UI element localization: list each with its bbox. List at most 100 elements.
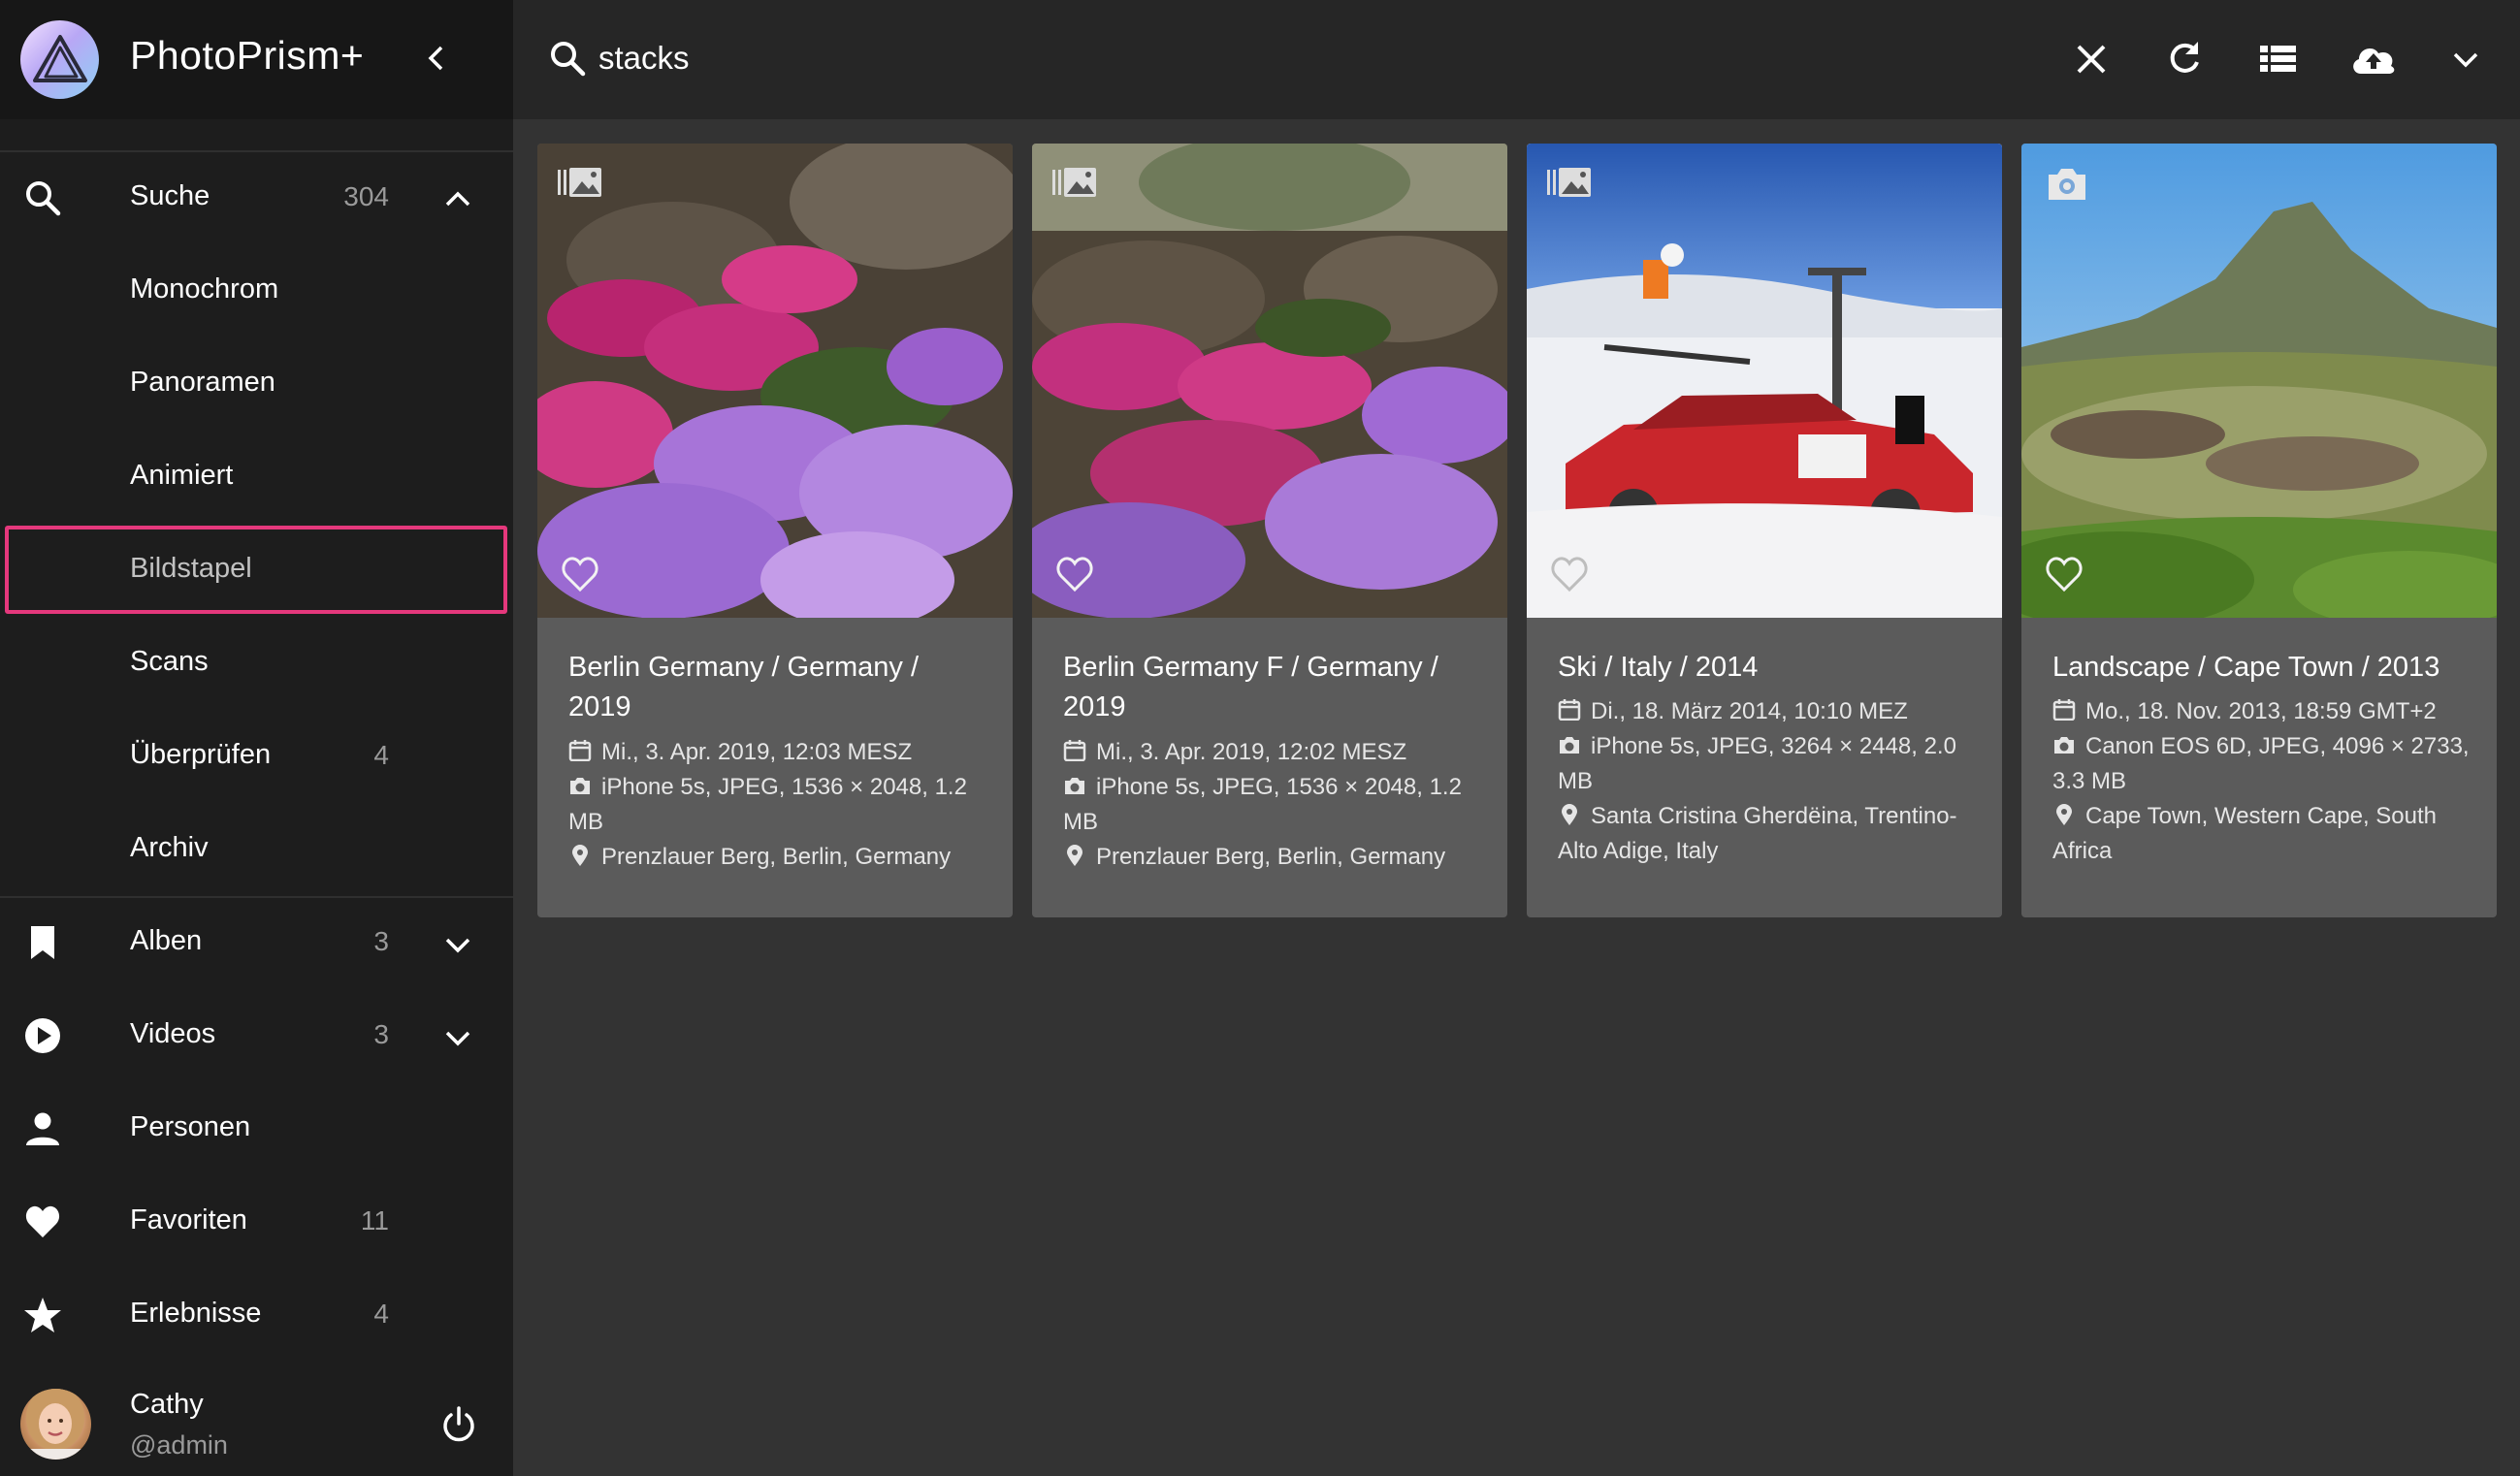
card-date: Di., 18. März 2014, 10:10 MEZ: [1558, 694, 1985, 729]
photoprism-logo[interactable]: [20, 20, 99, 99]
card-location-text: Cape Town, Western Cape, South Africa: [2052, 803, 2437, 864]
sidebar-item-count: 4: [373, 1299, 389, 1329]
cloud-upload-icon[interactable]: [2348, 37, 2399, 81]
user-name: Cathy: [130, 1389, 204, 1420]
bookmark-icon: [31, 926, 54, 959]
photo-card[interactable]: Berlin Germany F / Germany / 2019 Mi., 3…: [1032, 144, 1507, 917]
close-icon[interactable]: [2069, 37, 2114, 81]
camera-icon: [2054, 737, 2074, 754]
app-title: PhotoPrism+: [130, 33, 365, 78]
sidebar-item-count: 11: [360, 1205, 389, 1235]
card-location-text: Prenzlauer Berg, Berlin, Germany: [601, 844, 952, 870]
play-circle-icon: [25, 1018, 60, 1053]
photo-card[interactable]: Berlin Germany / Germany / 2019 Mi., 3. …: [537, 144, 1013, 917]
sidebar-item-videos[interactable]: Videos 3: [0, 989, 513, 1082]
photo-thumbnail[interactable]: [2021, 144, 2497, 618]
camera-icon: [2049, 169, 2085, 200]
search-input[interactable]: [598, 31, 1374, 85]
refresh-icon[interactable]: [2162, 37, 2207, 81]
camera-icon: [1560, 737, 1579, 754]
card-title: Landscape / Cape Town / 2013: [2052, 652, 2440, 683]
sidebar-item-albums[interactable]: Alben 3: [0, 896, 513, 989]
sidebar-item-count: 3: [373, 926, 389, 956]
photo-card[interactable]: Ski / Italy / 2014 Di., 18. März 2014, 1…: [1527, 144, 2002, 917]
card-camera: iPhone 5s, JPEG, 1536 × 2048, 1.2 MB: [1063, 770, 1490, 840]
sidebar-item-review[interactable]: Überprüfen 4: [0, 710, 513, 803]
sidebar-item-label: Animiert: [130, 460, 234, 491]
sidebar-item-label: Überprüfen: [130, 739, 272, 770]
star-icon: [24, 1298, 61, 1332]
card-camera: iPhone 5s, JPEG, 1536 × 2048, 1.2 MB: [568, 770, 995, 840]
card-camera-text: Canon EOS 6D, JPEG, 4096 × 2733, 3.3 MB: [2052, 733, 2470, 794]
chevron-down-icon[interactable]: [2443, 37, 2488, 81]
calendar-icon: [1558, 699, 1581, 721]
card-location-text: Santa Cristina Gherdëina, Trentino-Alto …: [1558, 803, 1957, 864]
sidebar-item-label: Favoriten: [130, 1204, 247, 1235]
sidebar-header: PhotoPrism+: [0, 0, 513, 119]
stack-icon: [1052, 168, 1096, 197]
chevron-up-icon[interactable]: [438, 180, 477, 219]
sidebar-item-label: Suche: [130, 180, 210, 211]
list-view-icon[interactable]: [2255, 37, 2300, 81]
card-title: Berlin Germany / Germany / 2019: [568, 652, 919, 722]
sidebar-item-label: Videos: [130, 1018, 216, 1049]
user-account[interactable]: Cathy @admin: [0, 1377, 513, 1476]
sidebar-item-count: 4: [373, 740, 389, 770]
photo-card[interactable]: Landscape / Cape Town / 2013 Mo., 18. No…: [2021, 144, 2497, 917]
location-pin-icon: [2056, 804, 2072, 825]
photo-thumbnail[interactable]: [537, 144, 1013, 618]
power-icon[interactable]: [438, 1404, 479, 1445]
location-pin-icon: [1067, 845, 1082, 866]
card-date-text: Mi., 3. Apr. 2019, 12:02 MESZ: [1096, 739, 1407, 765]
sidebar-item-label: Alben: [130, 925, 203, 956]
card-date-text: Mi., 3. Apr. 2019, 12:03 MESZ: [601, 739, 913, 765]
sidebar-item-panoramas[interactable]: Panoramen: [0, 337, 513, 431]
person-icon: [26, 1112, 59, 1145]
card-date: Mo., 18. Nov. 2013, 18:59 GMT+2: [2052, 694, 2479, 729]
sidebar-item-label: Monochrom: [130, 273, 279, 305]
chevron-down-icon[interactable]: [438, 925, 477, 964]
chevron-down-icon[interactable]: [438, 1018, 477, 1057]
card-date-text: Mo., 18. Nov. 2013, 18:59 GMT+2: [2085, 698, 2437, 724]
sidebar-item-label: Erlebnisse: [130, 1298, 262, 1329]
avatar[interactable]: [20, 1389, 91, 1460]
card-camera-text: iPhone 5s, JPEG, 1536 × 2048, 1.2 MB: [568, 774, 967, 835]
sidebar-item-scans[interactable]: Scans: [0, 617, 513, 710]
card-date: Mi., 3. Apr. 2019, 12:02 MESZ: [1063, 735, 1490, 770]
calendar-icon: [2052, 699, 2076, 721]
heart-outline-icon[interactable]: [559, 555, 601, 594]
sidebar-item-count: 3: [373, 1019, 389, 1049]
location-pin-icon: [1562, 804, 1577, 825]
collapse-sidebar-button[interactable]: [417, 39, 456, 78]
chevron-left-icon: [428, 46, 443, 71]
calendar-icon: [1063, 740, 1086, 761]
card-location: Cape Town, Western Cape, South Africa: [2052, 799, 2479, 869]
sidebar: PhotoPrism+ Suche 304 Monochrom Panorame…: [0, 0, 513, 1476]
card-camera: Canon EOS 6D, JPEG, 4096 × 2733, 3.3 MB: [2052, 729, 2479, 799]
sidebar-item-moments[interactable]: Erlebnisse 4: [0, 1268, 513, 1362]
heart-outline-icon[interactable]: [1548, 555, 1591, 594]
sidebar-item-favorites[interactable]: Favoriten 11: [0, 1175, 513, 1268]
card-camera-text: iPhone 5s, JPEG, 3264 × 2448, 2.0 MB: [1558, 733, 1956, 794]
top-toolbar: [513, 0, 2520, 119]
sidebar-item-label: Archiv: [130, 832, 209, 863]
heart-outline-icon[interactable]: [2043, 555, 2085, 594]
stack-icon: [1547, 168, 1591, 197]
card-camera: iPhone 5s, JPEG, 3264 × 2448, 2.0 MB: [1558, 729, 1985, 799]
card-location: Prenzlauer Berg, Berlin, Germany: [568, 840, 995, 875]
search-icon: [26, 181, 61, 216]
sidebar-item-search[interactable]: Suche 304: [0, 151, 513, 244]
sidebar-item-label: Panoramen: [130, 367, 275, 398]
card-location-text: Prenzlauer Berg, Berlin, Germany: [1096, 844, 1446, 870]
photo-thumbnail[interactable]: [1032, 144, 1507, 618]
selection-highlight: [5, 526, 507, 614]
sidebar-item-label: Personen: [130, 1111, 251, 1142]
photo-thumbnail[interactable]: [1527, 144, 2002, 618]
sidebar-item-animated[interactable]: Animiert: [0, 431, 513, 524]
user-handle: @admin: [130, 1430, 228, 1460]
sidebar-item-people[interactable]: Personen: [0, 1082, 513, 1175]
camera-icon: [1065, 778, 1084, 794]
sidebar-item-archive[interactable]: Archiv: [0, 803, 513, 896]
heart-outline-icon[interactable]: [1053, 555, 1096, 594]
sidebar-item-monochrome[interactable]: Monochrom: [0, 244, 513, 337]
